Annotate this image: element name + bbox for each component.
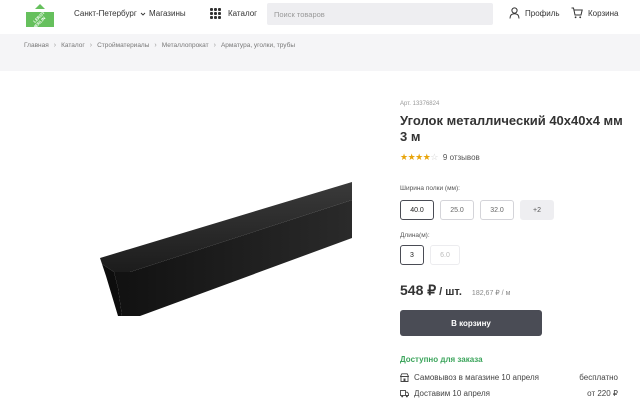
price-value: 548 ₽ bbox=[400, 282, 437, 298]
product-image[interactable] bbox=[100, 180, 352, 318]
breadcrumb: Главная › Каталог › Стройматериалы › Мет… bbox=[24, 42, 295, 49]
catalog-button[interactable]: Каталог bbox=[210, 8, 257, 19]
length-option-6[interactable]: 6.0 bbox=[430, 245, 460, 265]
pickup-label: Самовывоз в магазине 10 апреля bbox=[414, 373, 539, 382]
rating[interactable]: ★★★★☆ 9 отзывов bbox=[400, 152, 480, 163]
profile-label: Профиль bbox=[525, 8, 560, 18]
product-title: Уголок металлический 40x40x4 мм 3 м bbox=[400, 113, 623, 144]
add-to-cart-button[interactable]: В корзину bbox=[400, 310, 542, 336]
chevron-right-icon: › bbox=[154, 42, 157, 49]
chevron-right-icon: › bbox=[213, 42, 216, 49]
rating-stars: ★★★★☆ bbox=[400, 152, 438, 163]
pickup-option: Самовывоз в магазине 10 апреля бесплатно bbox=[400, 373, 618, 382]
price-per-meter: 182,67 ₽ / м bbox=[471, 290, 511, 297]
star-icon: ★ bbox=[415, 152, 423, 162]
leroy-merlin-logo[interactable]: LEROY MERLIN bbox=[24, 3, 56, 28]
stores-link[interactable]: Магазины bbox=[149, 9, 186, 18]
grid-menu-icon bbox=[210, 8, 221, 19]
pickup-price: бесплатно bbox=[579, 373, 618, 382]
width-option-40[interactable]: 40.0 bbox=[400, 200, 434, 220]
breadcrumb-item[interactable]: Арматура, уголки, трубы bbox=[221, 42, 295, 49]
reviews-link[interactable]: 9 отзывов bbox=[443, 153, 480, 162]
cart-label: Корзина bbox=[588, 8, 619, 18]
length-option-label: Длина(м): bbox=[400, 232, 430, 239]
cart-icon bbox=[571, 7, 583, 19]
article-number: Арт. 13376824 bbox=[400, 101, 440, 107]
catalog-label: Каталог bbox=[228, 9, 258, 18]
chevron-down-icon bbox=[140, 12, 146, 16]
breadcrumb-item[interactable]: Каталог bbox=[61, 42, 85, 49]
delivery-option: Доставим 10 апреля от 220 ₽ bbox=[400, 389, 618, 398]
profile-button[interactable]: Профиль bbox=[509, 7, 560, 19]
breadcrumb-item[interactable]: Металлопрокат bbox=[162, 42, 209, 49]
width-option-label: Ширина полки (мм): bbox=[400, 185, 460, 192]
search-input[interactable]: Поиск товаров bbox=[267, 3, 493, 25]
price-unit: / шт. bbox=[439, 286, 462, 298]
availability-status: Доступно для заказа bbox=[400, 355, 483, 364]
city-selector[interactable]: Санкт-Петербург bbox=[74, 9, 146, 18]
length-option-3[interactable]: 3 bbox=[400, 245, 424, 265]
width-option-25[interactable]: 25.0 bbox=[440, 200, 474, 220]
city-label: Санкт-Петербург bbox=[74, 9, 137, 18]
delivery-label: Доставим 10 апреля bbox=[414, 389, 490, 398]
cart-button[interactable]: Корзина bbox=[571, 7, 618, 19]
width-more-options[interactable]: +2 bbox=[520, 200, 554, 220]
breadcrumb-item[interactable]: Стройматериалы bbox=[97, 42, 149, 49]
width-option-32[interactable]: 32.0 bbox=[480, 200, 514, 220]
truck-icon bbox=[400, 390, 409, 398]
store-icon bbox=[400, 373, 409, 382]
user-icon bbox=[509, 7, 520, 19]
chevron-right-icon: › bbox=[53, 42, 57, 49]
price-block: 548 ₽ / шт. 182,67 ₽ / м bbox=[400, 282, 510, 299]
delivery-price: от 220 ₽ bbox=[587, 389, 618, 398]
breadcrumb-bar: Главная › Каталог › Стройматериалы › Мет… bbox=[0, 34, 640, 71]
star-icon: ★ bbox=[400, 152, 408, 162]
star-empty-icon: ☆ bbox=[430, 152, 438, 162]
breadcrumb-item[interactable]: Главная bbox=[24, 42, 49, 49]
chevron-right-icon: › bbox=[89, 42, 93, 49]
site-header: LEROY MERLIN Санкт-Петербург Магазины Ка… bbox=[0, 0, 640, 30]
